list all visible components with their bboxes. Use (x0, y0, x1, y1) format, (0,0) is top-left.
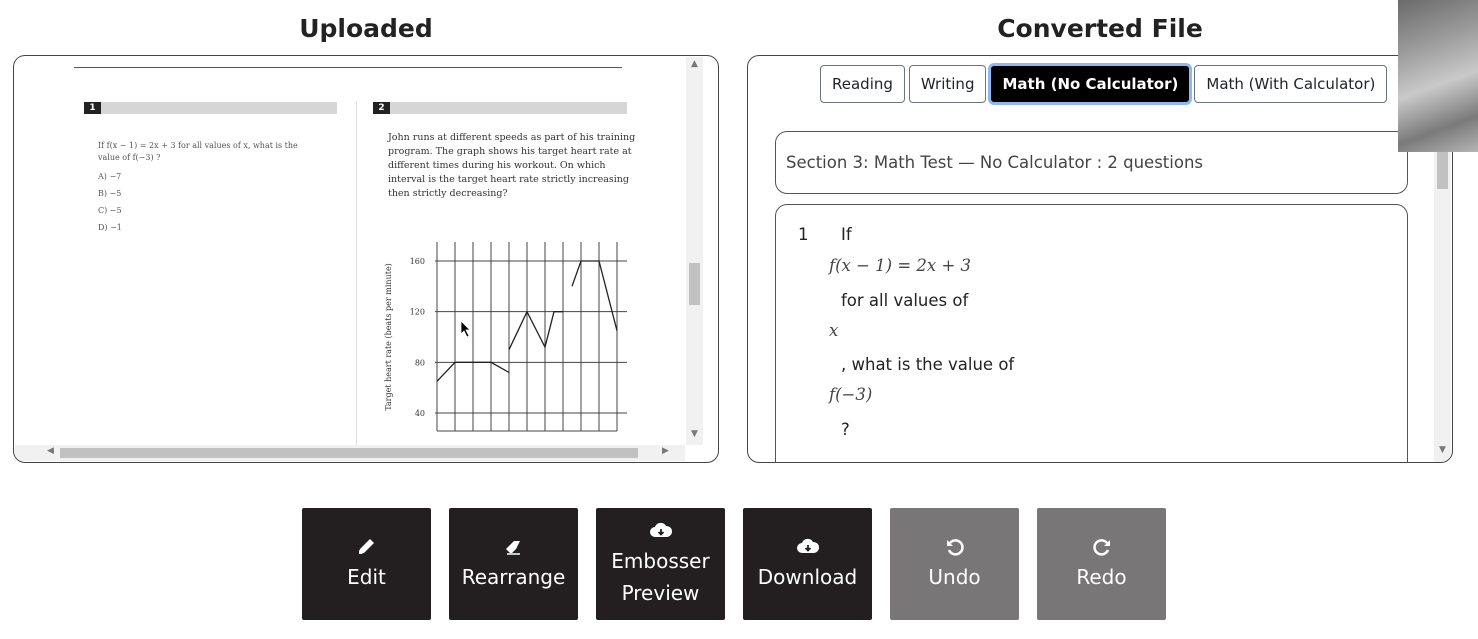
embosser-preview-button[interactable]: Embosser Preview (596, 508, 725, 620)
redo-button-label: Redo (1076, 565, 1127, 589)
math-variable: x (829, 321, 839, 340)
question-1-choice-c: C) −5 (98, 206, 122, 215)
question-card: 1 If f(x − 1) = 2x + 3 for all values of… (775, 204, 1408, 462)
embosser-label-line1: Embosser (611, 549, 710, 573)
redo-icon (1092, 539, 1110, 556)
page-top-rule (74, 67, 622, 68)
question-2-text-line1: John runs at different speeds as part of… (388, 132, 636, 143)
redo-button[interactable]: Redo (1037, 508, 1166, 620)
question-1-choice-a: A) −7 (98, 172, 122, 181)
section-summary-card: Section 3: Math Test — No Calculator : 2… (775, 131, 1408, 194)
uploaded-title: Uploaded (299, 14, 433, 43)
chart-series-line (508, 310, 563, 350)
converted-scroll-down-arrow-icon[interactable]: ▼ (1434, 445, 1451, 455)
chart-y-tick-label: 120 (410, 308, 425, 317)
question-1-choice-d: D) −1 (98, 223, 122, 232)
section-summary-text: Section 3: Math Test — No Calculator : 2… (786, 153, 1203, 172)
question-2-header-bar (373, 102, 627, 114)
question-1-choice-b: B) −5 (98, 189, 122, 198)
question-text-if: If (841, 225, 852, 244)
tab-reading[interactable]: Reading (820, 65, 905, 103)
tab-math-with-calculator[interactable]: Math (With Calculator) (1194, 65, 1388, 103)
uploaded-panel: 1 If f(x − 1) = 2x + 3 for all values of… (13, 55, 719, 463)
converted-file-title: Converted File (997, 14, 1203, 43)
question-2-text-line2: program. The graph shows his target hear… (388, 146, 632, 157)
question-mark: ? (841, 420, 850, 439)
question-1-text-line1: If f(x − 1) = 2x + 3 for all values of x… (98, 141, 298, 150)
embosser-label-line2: Preview (621, 581, 700, 605)
tab-math-no-calculator[interactable]: Math (No Calculator) (990, 65, 1191, 103)
edit-button[interactable]: Edit (302, 508, 431, 620)
document-vertical-scrollbar[interactable]: ▲ ▼ (686, 57, 703, 445)
action-toolbar: Edit Rearrange Embosser Preview Download… (302, 508, 1166, 620)
undo-icon (946, 539, 964, 556)
question-1-number: 1 (84, 102, 101, 114)
rearrange-button[interactable]: Rearrange (449, 508, 578, 620)
document-horizontal-scrollbar[interactable]: ◀ ▶ (15, 445, 685, 461)
undo-button-label: Undo (928, 565, 981, 589)
math-expression: f(x − 1) = 2x + 3 (829, 256, 972, 275)
mouse-cursor-icon (460, 320, 471, 338)
question-2-number: 2 (373, 102, 390, 114)
horizontal-scroll-thumb[interactable] (60, 448, 638, 458)
chart-series-line (571, 260, 618, 331)
tab-writing[interactable]: Writing (908, 65, 987, 103)
column-divider (356, 102, 357, 445)
rearrange-button-label: Rearrange (461, 565, 566, 589)
heart-rate-chart: 01020304050607080901004080120160Time (mi… (384, 242, 627, 432)
undo-button[interactable]: Undo (890, 508, 1019, 620)
scroll-up-arrow-icon[interactable]: ▲ (686, 59, 703, 69)
question-2-text-line3: different times during his workout. On w… (388, 160, 606, 171)
edit-button-label: Edit (347, 565, 386, 589)
uploaded-document-view[interactable]: 1 If f(x − 1) = 2x + 3 for all values of… (15, 57, 685, 445)
cloud-download-icon (649, 522, 672, 537)
webcam-overlay (1398, 0, 1478, 152)
question-1-header-bar (84, 102, 337, 114)
converted-file-panel: Reading Writing Math (No Calculator) Mat… (747, 55, 1453, 463)
question-text-what: , what is the value of (841, 355, 1015, 374)
download-button[interactable]: Download (743, 508, 872, 620)
scroll-right-arrow-icon[interactable]: ▶ (662, 446, 669, 456)
pencil-icon (358, 539, 374, 554)
scroll-left-arrow-icon[interactable]: ◀ (47, 446, 54, 456)
question-text-for-all: for all values of (841, 291, 969, 310)
question-1-text-line2: value of f(−3) ? (98, 153, 161, 162)
question-2-text-line4: interval is the target heart rate strict… (388, 174, 630, 185)
download-button-label: Download (757, 565, 858, 589)
chart-y-tick-label: 40 (415, 409, 425, 418)
chart-y-tick-label: 80 (415, 358, 425, 367)
question-number: 1 (798, 225, 809, 244)
vertical-scroll-thumb[interactable] (689, 263, 700, 305)
scroll-down-arrow-icon[interactable]: ▼ (686, 429, 703, 439)
eraser-icon (505, 541, 520, 555)
converted-scroll-thumb[interactable] (1437, 152, 1448, 189)
chart-y-axis-label: Target heart rate (beats per minute) (384, 263, 393, 411)
cloud-download-icon (796, 538, 819, 553)
question-2-text-line5: then strictly decreasing? (388, 188, 508, 199)
chart-y-tick-label: 160 (410, 257, 425, 266)
math-function-call: f(−3) (829, 385, 873, 404)
subject-tabs: Reading Writing Math (No Calculator) Mat… (820, 65, 1388, 103)
